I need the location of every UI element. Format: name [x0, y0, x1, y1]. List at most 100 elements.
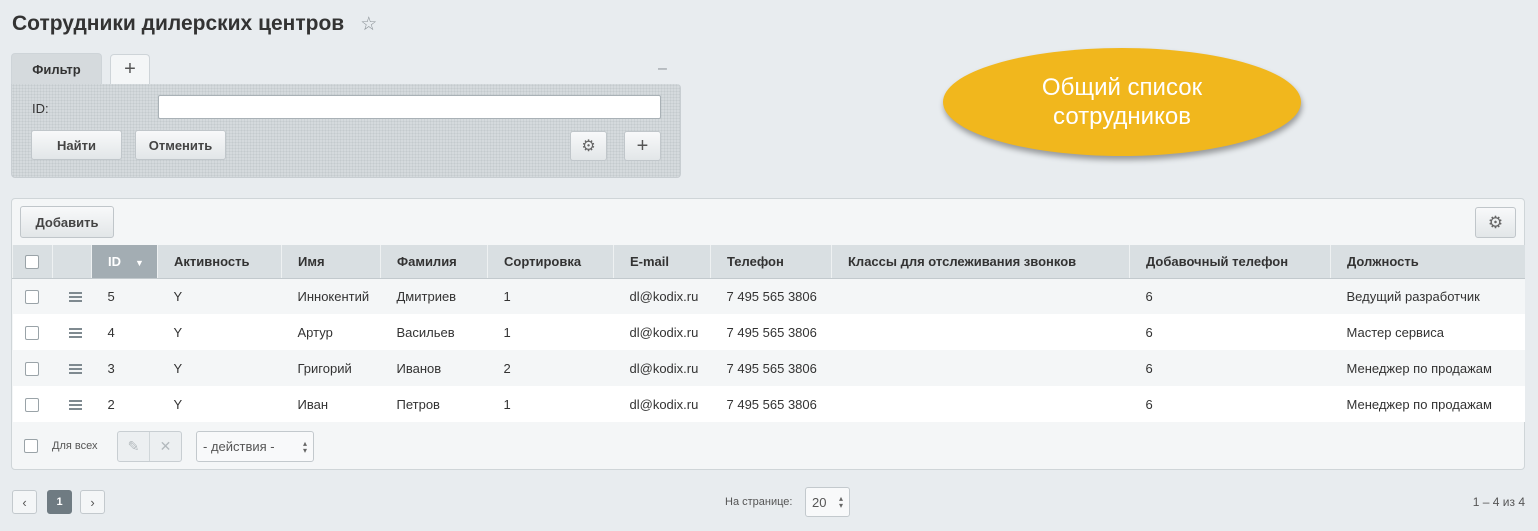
- cell-sort: 1: [487, 314, 614, 350]
- cell-active: Y: [157, 350, 282, 386]
- prev-page-button[interactable]: ‹: [12, 490, 37, 514]
- sort-desc-icon: ▼: [135, 257, 144, 268]
- row-checkbox[interactable]: [24, 361, 39, 376]
- cell-position: Ведущий разработчик: [1330, 278, 1525, 314]
- add-filter-field-button[interactable]: +: [624, 131, 661, 161]
- grid-settings-gear-icon[interactable]: ⚙: [1475, 207, 1516, 238]
- for-all-label: Для всех: [52, 440, 98, 452]
- column-header-phone[interactable]: Телефон: [710, 245, 832, 279]
- column-header-ext-phone[interactable]: Добавочный телефон: [1129, 245, 1331, 279]
- cell-name: Иннокентий: [281, 278, 381, 314]
- row-checkbox[interactable]: [24, 290, 39, 305]
- column-header-position[interactable]: Должность: [1330, 245, 1525, 279]
- cell-call-classes: [831, 386, 1130, 422]
- select-all-cell: [12, 245, 53, 279]
- page-title: Сотрудники дилерских центров ☆: [12, 12, 377, 36]
- column-header-id[interactable]: ID ▼: [91, 245, 158, 279]
- cell-ext-phone: 6: [1129, 350, 1331, 386]
- column-header-id-label: ID: [108, 253, 121, 269]
- table-row[interactable]: 3 Y Григорий Иванов 2 dl@kodix.ru 7 495 …: [12, 350, 1525, 386]
- cell-sort: 1: [487, 278, 614, 314]
- column-header-name[interactable]: Имя: [281, 245, 381, 279]
- row-menu-cell: [52, 278, 92, 314]
- per-page-value: 20: [812, 494, 827, 510]
- select-all-checkbox[interactable]: [25, 255, 39, 270]
- row-checkbox[interactable]: [24, 325, 39, 340]
- star-icon[interactable]: ☆: [360, 13, 377, 36]
- delete-x-icon[interactable]: ✕: [149, 432, 181, 461]
- add-button[interactable]: Добавить: [20, 206, 114, 238]
- cell-phone: 7 495 565 3806: [710, 278, 832, 314]
- cell-email: dl@kodix.ru: [613, 386, 711, 422]
- cell-email: dl@kodix.ru: [613, 314, 711, 350]
- table-row[interactable]: 4 Y Артур Васильев 1 dl@kodix.ru 7 495 5…: [12, 314, 1525, 350]
- cell-id: 4: [91, 314, 158, 350]
- select-arrows-icon: ▴ ▾: [302, 438, 307, 455]
- filter-minimize-icon[interactable]: –: [658, 60, 667, 78]
- cell-ext-phone: 6: [1129, 278, 1331, 314]
- cell-active: Y: [157, 386, 282, 422]
- next-page-button[interactable]: ›: [80, 490, 105, 514]
- cell-surname: Васильев: [380, 314, 488, 350]
- id-filter-input[interactable]: [158, 95, 661, 119]
- column-header-active[interactable]: Активность: [157, 245, 282, 279]
- cell-id: 3: [91, 350, 158, 386]
- for-all-checkbox[interactable]: [24, 439, 38, 453]
- cell-surname: Петров: [380, 386, 488, 422]
- row-checkbox[interactable]: [24, 397, 39, 412]
- cell-name: Григорий: [281, 350, 381, 386]
- column-header-call-classes[interactable]: Классы для отслеживания звонков: [831, 245, 1130, 279]
- column-header-sort[interactable]: Сортировка: [487, 245, 614, 279]
- actions-select[interactable]: - действия - ▴ ▾: [196, 431, 314, 462]
- current-page-button[interactable]: 1: [47, 490, 72, 514]
- table-row[interactable]: 2 Y Иван Петров 1 dl@kodix.ru 7 495 565 …: [12, 386, 1525, 422]
- cell-name: Артур: [281, 314, 381, 350]
- cell-sort: 1: [487, 386, 614, 422]
- filter-settings-gear-icon[interactable]: ⚙: [570, 131, 607, 161]
- cell-name: Иван: [281, 386, 381, 422]
- per-page-select[interactable]: 20 ▴ ▾: [805, 487, 850, 517]
- employees-table: ID ▼ Активность Имя Фамилия Сортировка E-…: [12, 245, 1525, 422]
- callout-bubble: Общий список сотрудников: [943, 48, 1301, 156]
- cell-call-classes: [831, 314, 1130, 350]
- row-checkbox-cell: [12, 386, 53, 422]
- group-actions: ✎ ✕: [117, 431, 182, 462]
- cancel-button[interactable]: Отменить: [135, 130, 226, 160]
- filter-tabs: Фильтр +: [11, 53, 681, 85]
- table-row[interactable]: 5 Y Иннокентий Дмитриев 1 dl@kodix.ru 7 …: [12, 278, 1525, 314]
- row-menu-icon[interactable]: [68, 362, 82, 376]
- row-checkbox-cell: [12, 278, 53, 314]
- column-header-surname[interactable]: Фамилия: [380, 245, 488, 279]
- row-menu-cell: [52, 314, 92, 350]
- row-checkbox-cell: [12, 350, 53, 386]
- cell-active: Y: [157, 278, 282, 314]
- cell-email: dl@kodix.ru: [613, 350, 711, 386]
- cell-sort: 2: [487, 350, 614, 386]
- cell-position: Менеджер по продажам: [1330, 350, 1525, 386]
- table-header-row: ID ▼ Активность Имя Фамилия Сортировка E-…: [12, 245, 1525, 279]
- actions-select-value: - действия -: [203, 439, 275, 454]
- cell-phone: 7 495 565 3806: [710, 314, 832, 350]
- cell-id: 5: [91, 278, 158, 314]
- cell-ext-phone: 6: [1129, 314, 1331, 350]
- cell-position: Менеджер по продажам: [1330, 386, 1525, 422]
- tab-filter[interactable]: Фильтр: [11, 53, 102, 85]
- cell-surname: Дмитриев: [380, 278, 488, 314]
- callout-text: Общий список сотрудников: [1041, 74, 1203, 130]
- cell-position: Мастер сервиса: [1330, 314, 1525, 350]
- cell-call-classes: [831, 278, 1130, 314]
- cell-surname: Иванов: [380, 350, 488, 386]
- edit-pencil-icon[interactable]: ✎: [118, 432, 149, 461]
- row-menu-cell: [52, 386, 92, 422]
- per-page-label: На странице:: [725, 496, 793, 508]
- row-menu-icon[interactable]: [68, 326, 82, 340]
- column-header-email[interactable]: E-mail: [613, 245, 711, 279]
- id-filter-label: ID:: [32, 101, 49, 116]
- cell-phone: 7 495 565 3806: [710, 350, 832, 386]
- add-filter-tab-button[interactable]: +: [110, 54, 150, 84]
- row-menu-icon[interactable]: [68, 398, 82, 412]
- cell-active: Y: [157, 314, 282, 350]
- find-button[interactable]: Найти: [31, 130, 122, 160]
- row-menu-cell: [52, 350, 92, 386]
- row-menu-icon[interactable]: [68, 290, 82, 304]
